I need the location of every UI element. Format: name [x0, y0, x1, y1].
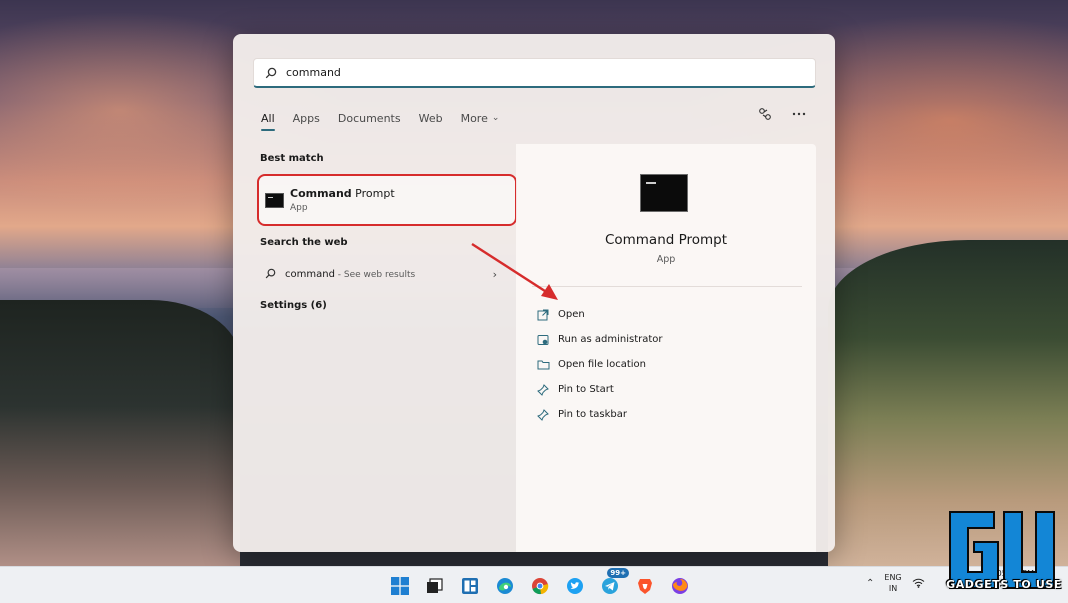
action-pin-to-taskbar[interactable]: Pin to taskbar: [536, 402, 663, 427]
language-top: ENG: [884, 573, 902, 582]
telegram-badge: 99+: [607, 568, 629, 578]
chrome-icon[interactable]: [526, 572, 553, 599]
tab-more[interactable]: More ⌄: [461, 112, 500, 125]
detail-pane: Command Prompt App Open Run as administr…: [516, 144, 816, 552]
firefox-icon[interactable]: [666, 572, 693, 599]
search-web-header: Search the web: [260, 237, 348, 248]
tab-documents[interactable]: Documents: [338, 112, 401, 125]
action-pin-to-taskbar-label: Pin to taskbar: [558, 409, 627, 420]
shield-icon: [536, 333, 550, 347]
detail-divider: [532, 286, 802, 287]
tab-all[interactable]: All: [261, 112, 275, 131]
wifi-icon[interactable]: [912, 578, 925, 588]
taskbar-apps: 99+: [386, 568, 693, 599]
search-icon: [265, 268, 277, 280]
task-view-icon[interactable]: [421, 572, 448, 599]
detail-app-name: Command Prompt: [604, 232, 728, 248]
best-match-title-bold: Command: [290, 187, 352, 200]
best-match-title: Command Prompt: [290, 187, 395, 200]
web-result-hint: - See web results: [334, 269, 416, 280]
command-prompt-icon: [640, 174, 688, 212]
best-match-title-rest: Prompt: [351, 187, 395, 200]
chevron-right-icon: ›: [492, 267, 497, 281]
action-run-as-admin[interactable]: Run as administrator: [536, 327, 663, 352]
more-options-icon[interactable]: [791, 106, 807, 122]
tab-more-label: More: [460, 111, 488, 125]
language-bottom: IN: [888, 584, 898, 593]
web-result-command[interactable]: command - See web results ›: [257, 264, 497, 284]
open-external-icon: [536, 308, 550, 322]
action-run-as-admin-label: Run as administrator: [558, 334, 663, 345]
panel-toolbar: [757, 106, 807, 122]
detail-app-type: App: [656, 254, 676, 265]
taskbar: 99+ ⌃ ENG IN 05:32 PM: [0, 566, 1068, 603]
action-open-file-location[interactable]: Open file location: [536, 352, 663, 377]
language-indicator[interactable]: ENG IN: [884, 572, 901, 594]
windows-start-icon[interactable]: [386, 572, 413, 599]
search-tabs: All Apps Documents Web More ⌄: [261, 108, 517, 131]
wallpaper-hill-left: [0, 300, 240, 566]
best-match-subtitle: App: [290, 203, 308, 213]
pin-icon: [536, 383, 550, 397]
chevron-up-icon[interactable]: ⌃: [866, 578, 874, 589]
web-result-query: command: [285, 268, 335, 280]
folder-icon: [536, 358, 550, 372]
search-input[interactable]: [286, 59, 786, 86]
search-box[interactable]: [253, 58, 816, 88]
widgets-icon[interactable]: [456, 572, 483, 599]
settings-header[interactable]: Settings (6): [260, 300, 327, 311]
action-open[interactable]: Open: [536, 302, 663, 327]
twitter-icon[interactable]: [561, 572, 588, 599]
brave-icon[interactable]: [631, 572, 658, 599]
telegram-icon[interactable]: 99+: [596, 568, 629, 599]
action-pin-to-start-label: Pin to Start: [558, 384, 614, 395]
action-pin-to-start[interactable]: Pin to Start: [536, 377, 663, 402]
watermark-text: GADGETS TO USE: [946, 578, 1062, 591]
chevron-down-icon: ⌄: [491, 113, 500, 123]
share-icon[interactable]: [757, 106, 773, 122]
action-open-file-location-label: Open file location: [558, 359, 646, 370]
start-search-panel: All Apps Documents Web More ⌄ Best match…: [233, 34, 835, 552]
edge-icon[interactable]: [491, 572, 518, 599]
tab-apps[interactable]: Apps: [293, 112, 320, 125]
pin-icon: [536, 408, 550, 422]
command-prompt-icon: [265, 192, 284, 208]
best-match-header: Best match: [260, 153, 324, 164]
web-result-text: command - See web results: [285, 269, 415, 280]
search-icon: [264, 66, 278, 80]
system-tray: ⌃ ENG IN: [866, 572, 925, 594]
tab-web[interactable]: Web: [419, 112, 443, 125]
detail-actions: Open Run as administrator Open file loca…: [536, 302, 663, 427]
action-open-label: Open: [558, 309, 585, 320]
best-match-command-prompt[interactable]: Command Prompt App: [257, 174, 517, 226]
